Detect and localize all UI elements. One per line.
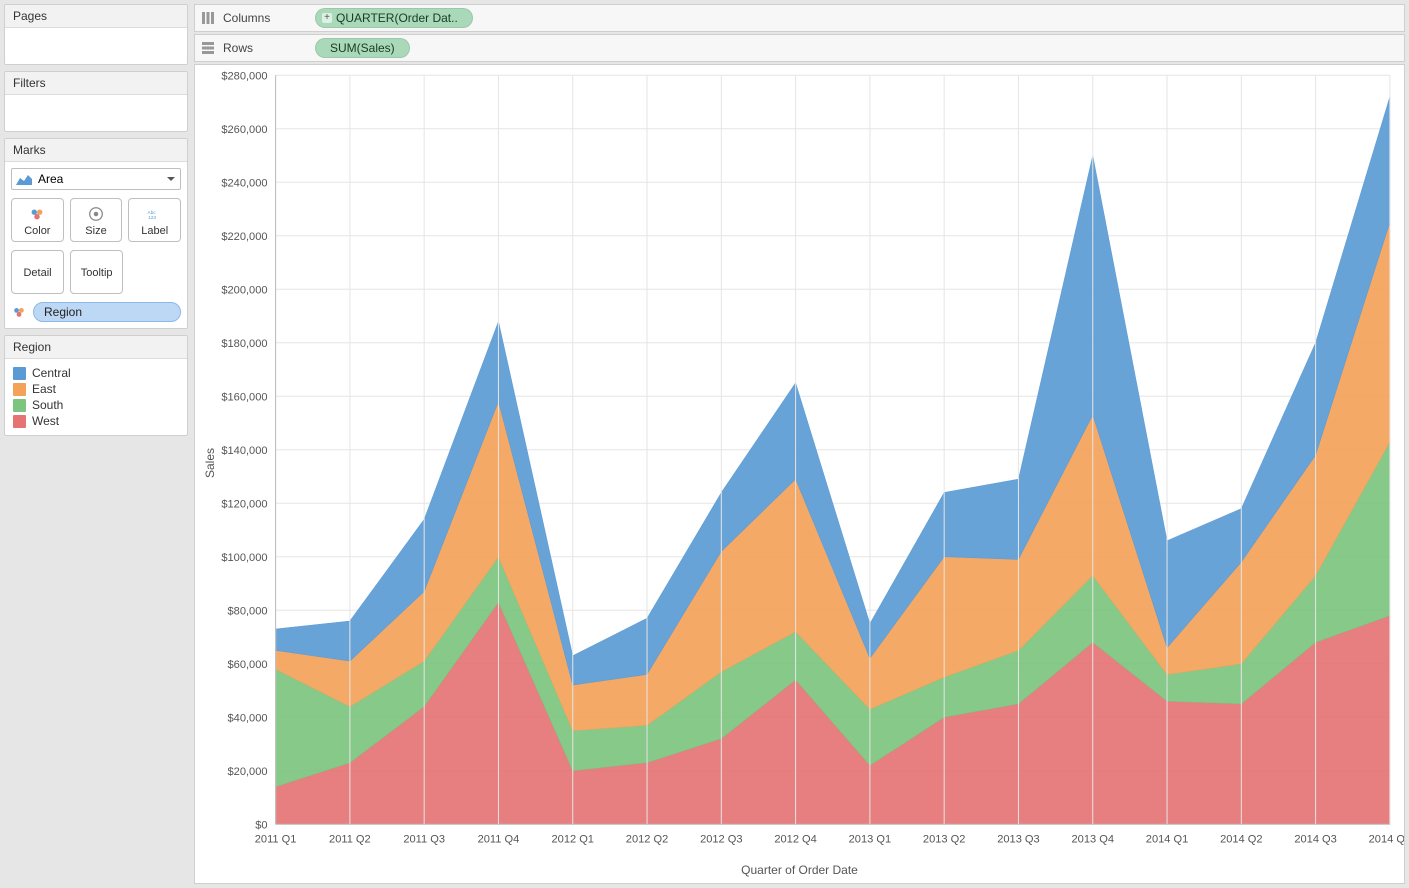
marks-type-label: Area [38, 172, 63, 186]
svg-text:2014 Q3: 2014 Q3 [1294, 834, 1336, 846]
size-button[interactable]: Size [70, 198, 123, 242]
filters-body[interactable] [5, 95, 187, 131]
svg-text:$200,000: $200,000 [221, 284, 267, 296]
label-button[interactable]: Abc123 Label [128, 198, 181, 242]
svg-text:2014 Q2: 2014 Q2 [1220, 834, 1262, 846]
detail-button[interactable]: Detail [11, 250, 64, 294]
legend-header: Region [5, 336, 187, 359]
color-button-label: Color [24, 225, 50, 237]
abc-icon: Abc123 [146, 205, 164, 223]
svg-text:$180,000: $180,000 [221, 338, 267, 350]
svg-text:2013 Q1: 2013 Q1 [849, 834, 891, 846]
y-axis-label: Sales [203, 448, 217, 478]
svg-text:$280,000: $280,000 [221, 70, 267, 82]
palette-icon [11, 304, 27, 320]
color-field-pill[interactable]: Region [33, 302, 181, 322]
svg-text:2012 Q1: 2012 Q1 [552, 834, 594, 846]
columns-field-label: QUARTER(Order Dat.. [336, 11, 458, 25]
svg-text:2014 Q1: 2014 Q1 [1146, 834, 1188, 846]
columns-icon [201, 11, 215, 25]
legend-item[interactable]: West [13, 413, 179, 429]
svg-text:2011 Q1: 2011 Q1 [255, 834, 297, 846]
legend-item[interactable]: South [13, 397, 179, 413]
columns-label: Columns [223, 11, 307, 25]
svg-text:$80,000: $80,000 [228, 605, 268, 617]
pages-card: Pages [4, 4, 188, 65]
marks-type-select[interactable]: Area [11, 168, 181, 190]
svg-text:Abc: Abc [147, 210, 156, 216]
rows-field-label: SUM(Sales) [330, 41, 395, 55]
svg-text:$260,000: $260,000 [221, 124, 267, 136]
legend-swatch [13, 399, 26, 412]
svg-text:2013 Q3: 2013 Q3 [997, 834, 1039, 846]
rows-label: Rows [223, 41, 307, 55]
legend-card: Region Central East South West [4, 335, 188, 436]
svg-text:$120,000: $120,000 [221, 498, 267, 510]
tooltip-button[interactable]: Tooltip [70, 250, 123, 294]
label-button-label: Label [141, 225, 168, 237]
svg-text:$100,000: $100,000 [221, 552, 267, 564]
chart-container: Sales $0 $20,000 $40,000 $60,000 $80,000 $100… [194, 64, 1405, 884]
legend-swatch [13, 383, 26, 396]
pages-body[interactable] [5, 28, 187, 64]
svg-text:2014 Q4: 2014 Q4 [1369, 834, 1404, 846]
legend-item[interactable]: Central [13, 365, 179, 381]
svg-text:2012 Q2: 2012 Q2 [626, 834, 668, 846]
rows-shelf[interactable]: Rows SUM(Sales) [194, 34, 1405, 62]
columns-shelf[interactable]: Columns + QUARTER(Order Dat.. [194, 4, 1405, 32]
svg-text:2011 Q3: 2011 Q3 [403, 834, 445, 846]
svg-text:2012 Q4: 2012 Q4 [774, 834, 816, 846]
marks-card: Marks Area Color Size [4, 138, 188, 329]
legend-swatch [13, 367, 26, 380]
svg-text:$220,000: $220,000 [221, 231, 267, 243]
legend-label: South [32, 398, 63, 412]
filters-card: Filters [4, 71, 188, 132]
rows-field-pill[interactable]: SUM(Sales) [315, 38, 410, 58]
x-axis-label: Quarter of Order Date [195, 861, 1404, 883]
palette-icon [28, 205, 46, 223]
svg-text:2011 Q4: 2011 Q4 [478, 834, 520, 846]
tooltip-button-label: Tooltip [81, 267, 113, 279]
legend-item[interactable]: East [13, 381, 179, 397]
svg-text:$0: $0 [255, 819, 267, 831]
area-icon [16, 173, 32, 185]
svg-text:2013 Q2: 2013 Q2 [923, 834, 965, 846]
pages-header: Pages [5, 5, 187, 28]
area-chart[interactable]: $0 $20,000 $40,000 $60,000 $80,000 $100,000 $1… [195, 65, 1404, 861]
legend-swatch [13, 415, 26, 428]
svg-text:$140,000: $140,000 [221, 445, 267, 457]
color-field-label: Region [44, 305, 82, 319]
svg-text:2012 Q3: 2012 Q3 [700, 834, 742, 846]
filters-header: Filters [5, 72, 187, 95]
legend-label: East [32, 382, 56, 396]
legend-body: Central East South West [5, 359, 187, 435]
size-icon [87, 205, 105, 223]
legend-label: West [32, 414, 59, 428]
svg-text:$40,000: $40,000 [228, 712, 268, 724]
plus-icon[interactable]: + [322, 13, 332, 23]
chevron-down-icon [166, 174, 176, 184]
svg-text:2013 Q4: 2013 Q4 [1072, 834, 1114, 846]
columns-field-pill[interactable]: + QUARTER(Order Dat.. [315, 8, 473, 28]
svg-text:$20,000: $20,000 [228, 766, 268, 778]
svg-text:$160,000: $160,000 [221, 391, 267, 403]
color-button[interactable]: Color [11, 198, 64, 242]
detail-button-label: Detail [23, 267, 51, 279]
svg-text:2011 Q2: 2011 Q2 [329, 834, 371, 846]
svg-text:$240,000: $240,000 [221, 177, 267, 189]
svg-text:$60,000: $60,000 [228, 659, 268, 671]
size-button-label: Size [85, 225, 106, 237]
rows-icon [201, 41, 215, 55]
marks-header: Marks [5, 139, 187, 162]
legend-label: Central [32, 366, 71, 380]
svg-text:123: 123 [148, 215, 156, 221]
